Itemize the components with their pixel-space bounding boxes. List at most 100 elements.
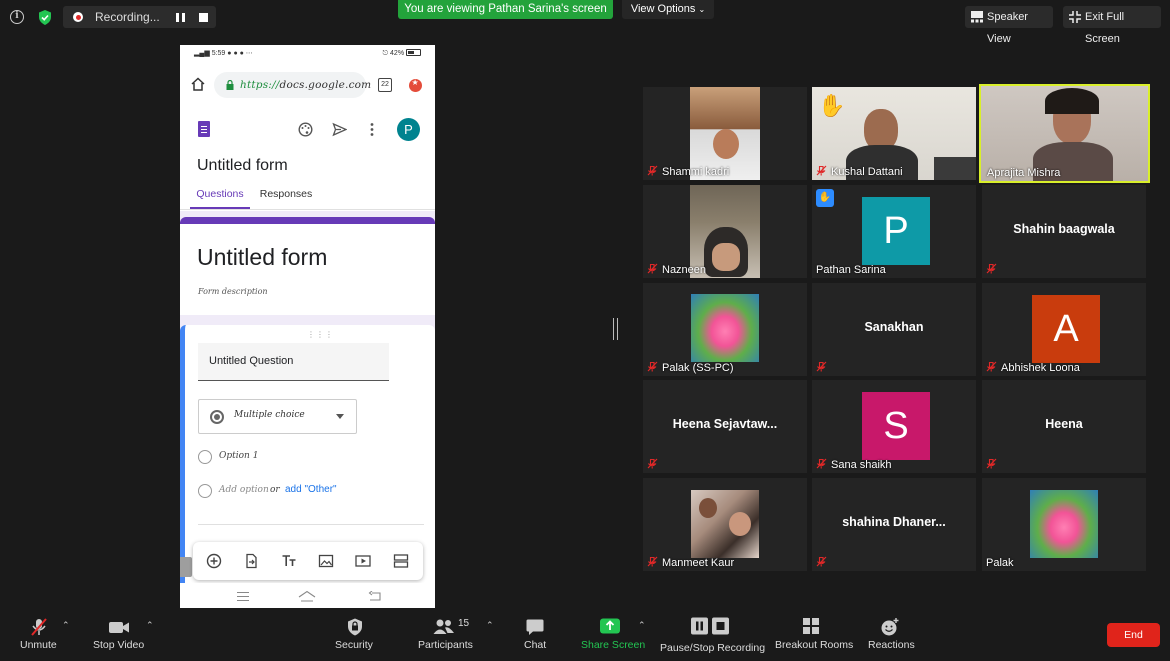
breakout-rooms-button[interactable]: Breakout Rooms — [772, 608, 854, 661]
home-icon[interactable] — [190, 76, 206, 92]
question-title-input[interactable]: Untitled Question — [198, 343, 389, 381]
send-icon[interactable] — [332, 122, 347, 137]
url-text: https://docs.google.com — [240, 79, 372, 91]
participant-tile[interactable]: Palak (SS-PC) — [643, 283, 807, 376]
info-icon[interactable]: i — [10, 10, 24, 24]
more-vert-icon[interactable] — [369, 122, 375, 137]
participant-tile[interactable]: ✋ P Pathan Sarina — [812, 185, 976, 278]
participant-name: Shammi kadri — [662, 166, 730, 178]
participant-tile[interactable]: Shahin baagwala — [982, 185, 1146, 278]
question-title-text: Untitled Question — [209, 355, 294, 367]
participant-tile[interactable]: Shammi kadri — [643, 87, 807, 180]
status-time: ▂▄▆ 5:59 ● ● ● ⋯ — [194, 50, 253, 57]
muted-mic-icon — [647, 263, 658, 274]
status-battery: ⎋ 42% — [383, 49, 421, 58]
participant-tile[interactable]: Sanakhan — [812, 283, 976, 376]
tab-responses[interactable]: Responses — [258, 188, 314, 209]
muted-mic-icon — [647, 458, 658, 469]
option-1-radio[interactable] — [198, 450, 212, 464]
add-option-link[interactable]: Add option — [219, 485, 269, 495]
side-panel-tab[interactable] — [180, 557, 192, 577]
muted-mic-icon — [986, 458, 997, 469]
participants-label: Participants — [418, 639, 473, 651]
share-screen-button[interactable]: Share Screen — [580, 608, 645, 661]
reactions-label: Reactions — [868, 639, 915, 651]
caret-down-icon — [336, 414, 344, 419]
option-1-label[interactable]: Option 1 — [219, 451, 258, 461]
participant-name: Nazneen — [662, 264, 707, 276]
tab-questions[interactable]: Questions — [190, 188, 250, 209]
chat-bubble-icon — [526, 619, 544, 635]
reactions-smiley-icon — [881, 618, 899, 636]
unmute-button[interactable]: Unmute — [14, 608, 64, 661]
participants-options-caret-icon[interactable]: ⌃ — [486, 620, 494, 631]
add-section-icon[interactable] — [393, 553, 409, 569]
view-options-button[interactable]: View Options ⌄ — [622, 0, 714, 19]
question-type-select[interactable]: Multiple choice — [198, 399, 357, 434]
nav-back-icon[interactable] — [368, 591, 382, 602]
participants-button[interactable]: 15 Participants — [416, 608, 476, 661]
stop-recording-icon[interactable] — [199, 13, 208, 22]
tabs-count-button[interactable]: 22 — [378, 78, 392, 92]
encryption-shield-icon[interactable] — [37, 9, 53, 26]
end-meeting-button[interactable]: End — [1107, 623, 1160, 647]
or-text: or — [270, 485, 280, 495]
pause-recording-icon[interactable] — [176, 13, 185, 22]
form-description[interactable]: Form description — [198, 287, 268, 296]
participant-avatar: S — [862, 392, 930, 460]
breakout-rooms-label: Breakout Rooms — [775, 639, 854, 651]
chat-button[interactable]: Chat — [520, 608, 550, 661]
chevron-down-icon: ⌄ — [698, 5, 706, 14]
reactions-button[interactable]: Reactions — [866, 608, 915, 661]
pause-stop-recording-button[interactable]: Pause/Stop Recording — [658, 608, 765, 661]
video-options-caret-icon[interactable]: ⌃ — [146, 620, 154, 631]
muted-mic-icon — [31, 618, 47, 636]
participant-tile[interactable]: shahina Dhaner... — [812, 478, 976, 571]
resize-splitter[interactable] — [613, 318, 618, 340]
participant-center-name: shahina Dhaner... — [842, 515, 946, 529]
participant-tile[interactable]: ✋ Kushal Dattani — [812, 87, 976, 180]
forms-header: P — [180, 115, 435, 147]
phone-status-bar: ▂▄▆ 5:59 ● ● ● ⋯ ⎋ 42% — [180, 45, 435, 63]
participant-tile[interactable]: Heena Sejavtaw... — [643, 380, 807, 473]
view-options-label: View Options — [630, 3, 696, 15]
participant-tile[interactable]: A Abhishek Loona — [982, 283, 1146, 376]
lock-icon — [226, 80, 234, 90]
audio-options-caret-icon[interactable]: ⌃ — [62, 620, 70, 631]
participant-tile[interactable]: Nazneen — [643, 185, 807, 278]
participant-tile[interactable]: Manmeet Kaur — [643, 478, 807, 571]
active-speaker-tile[interactable]: Aprajita Mishra — [979, 84, 1150, 183]
extension-icon[interactable] — [409, 78, 422, 92]
palette-icon[interactable] — [298, 122, 313, 137]
recent-apps-icon[interactable] — [237, 592, 249, 601]
participant-tile[interactable]: Heena — [982, 380, 1146, 473]
participant-name: Kushal Dattani — [831, 166, 903, 178]
question-type-label: Multiple choice — [234, 410, 305, 420]
add-title-icon[interactable] — [281, 553, 297, 569]
add-question-icon[interactable] — [206, 553, 222, 569]
add-video-icon[interactable] — [355, 553, 371, 569]
form-title-card[interactable]: Untitled form Form description — [180, 217, 435, 315]
exit-full-screen-button[interactable]: Exit Full Screen — [1063, 6, 1161, 45]
account-avatar[interactable]: P — [397, 118, 420, 141]
add-other-link[interactable]: add "Other" — [285, 484, 337, 495]
recording-dot-icon — [73, 12, 83, 22]
participant-tile[interactable]: Palak — [982, 478, 1146, 571]
participant-tile[interactable]: S Sana shaikh — [812, 380, 976, 473]
drag-handle-icon[interactable]: ⋮⋮⋮ — [307, 330, 334, 339]
doc-title[interactable]: Untitled form — [197, 157, 288, 175]
participants-icon — [433, 619, 454, 634]
url-bar[interactable]: https://docs.google.com — [214, 72, 371, 98]
form-title[interactable]: Untitled form — [197, 244, 327, 271]
share-options-caret-icon[interactable]: ⌃ — [638, 620, 646, 631]
signal-icon: ▂▄▆ — [194, 50, 210, 57]
security-button[interactable]: Security — [333, 608, 377, 661]
video-camera-icon — [109, 622, 129, 633]
add-image-icon[interactable] — [318, 553, 334, 569]
stop-video-button[interactable]: Stop Video — [88, 608, 150, 661]
speaker-view-button[interactable]: Speaker View — [965, 6, 1053, 45]
security-shield-icon — [348, 618, 362, 636]
import-questions-icon[interactable] — [243, 553, 259, 569]
nav-home-icon[interactable] — [298, 590, 316, 602]
recording-label: Recording... — [95, 10, 160, 24]
